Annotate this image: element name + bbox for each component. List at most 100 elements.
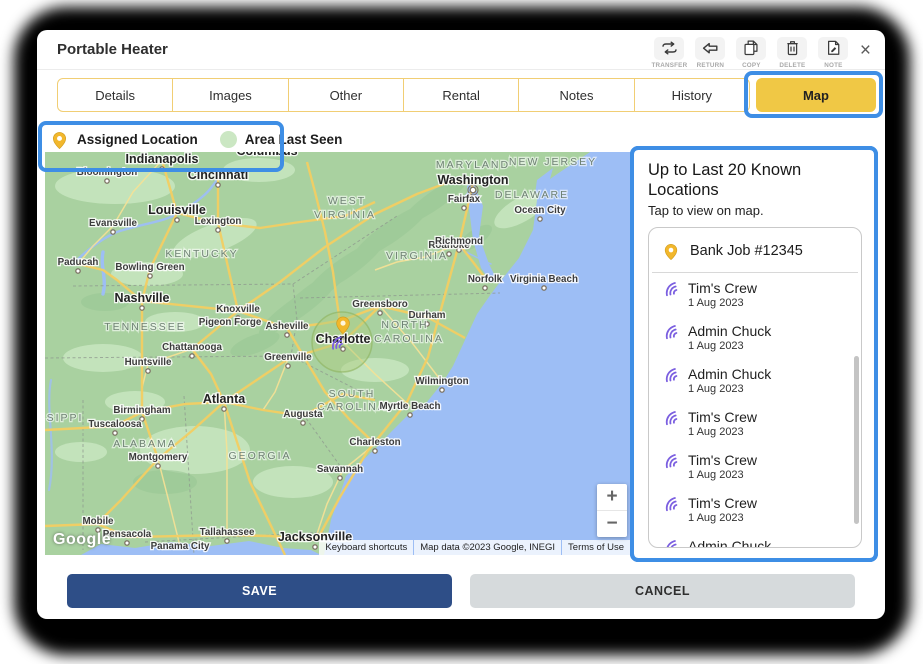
svg-text:Asheville: Asheville: [265, 321, 309, 332]
svg-text:Augusta: Augusta: [283, 409, 323, 420]
tab-images[interactable]: Images: [172, 78, 288, 112]
terms-of-use-link[interactable]: Terms of Use: [562, 540, 630, 555]
svg-text:Knoxville: Knoxville: [216, 304, 260, 315]
copy-button[interactable]: COPY: [733, 37, 770, 69]
svg-text:Richmond: Richmond: [435, 236, 483, 247]
svg-text:Evansville: Evansville: [89, 218, 137, 229]
tab-bar: DetailsImagesOtherRentalNotesHistoryMap: [57, 78, 876, 112]
save-button[interactable]: SAVE: [67, 574, 452, 608]
svg-text:Paducah: Paducah: [58, 257, 99, 268]
location-item[interactable]: Tim's Crew1 Aug 2023: [649, 402, 861, 445]
svg-text:Greenville: Greenville: [264, 352, 312, 363]
location-item[interactable]: Tim's Crew1 Aug 2023: [649, 273, 861, 316]
delete-button[interactable]: DELETE: [774, 37, 811, 69]
map-zoom-control: + −: [597, 484, 627, 537]
tab-map[interactable]: Map: [756, 78, 876, 112]
signal-waves-icon: [664, 368, 679, 383]
svg-text:Mobile: Mobile: [82, 516, 114, 527]
list-scrollbar[interactable]: [854, 356, 859, 524]
keyboard-shortcuts-link[interactable]: Keyboard shortcuts: [319, 540, 413, 555]
svg-text:Tallahassee: Tallahassee: [200, 527, 255, 538]
svg-text:Montgomery: Montgomery: [129, 452, 188, 463]
dialog-title: Portable Heater: [57, 41, 168, 58]
svg-text:Louisville: Louisville: [148, 203, 206, 217]
map-legend: Assigned Location Area Last Seen: [50, 126, 342, 152]
svg-text:Bowling Green: Bowling Green: [115, 262, 184, 273]
svg-text:Durham: Durham: [408, 310, 445, 321]
svg-text:Norfolk: Norfolk: [468, 274, 503, 285]
signal-waves-icon: [664, 540, 679, 548]
svg-text:NEW JERSEY: NEW JERSEY: [509, 156, 597, 168]
location-item[interactable]: Admin Chuck1 Aug 2023: [649, 531, 861, 548]
area-last-seen-label: Area Last Seen: [245, 132, 343, 147]
svg-text:Birmingham: Birmingham: [113, 405, 170, 416]
svg-text:Pigeon Forge: Pigeon Forge: [199, 317, 262, 328]
location-item[interactable]: Admin Chuck1 Aug 2023: [649, 316, 861, 359]
page: Portable Heater TRANSFERRETURNCOPYDELETE…: [0, 0, 923, 664]
area-last-seen-icon: [220, 131, 237, 148]
svg-text:TENNESSEE: TENNESSEE: [104, 321, 186, 333]
toolbar-actions: TRANSFERRETURNCOPYDELETENOTE: [651, 37, 852, 69]
tab-history[interactable]: History: [634, 78, 750, 112]
svg-text:GEORGIA: GEORGIA: [228, 450, 291, 462]
note-button[interactable]: NOTE: [815, 37, 852, 69]
svg-text:VIRGINIA: VIRGINIA: [386, 250, 448, 262]
svg-text:CAROLINA: CAROLINA: [317, 401, 387, 413]
location-item[interactable]: Admin Chuck1 Aug 2023: [649, 359, 861, 402]
svg-text:Washington: Washington: [437, 173, 508, 187]
svg-text:Chattanooga: Chattanooga: [162, 342, 222, 353]
location-list-items: Tim's Crew1 Aug 2023Admin Chuck1 Aug 202…: [649, 273, 861, 548]
svg-text:Charleston: Charleston: [349, 437, 400, 448]
svg-text:SIPPI: SIPPI: [47, 412, 84, 424]
delete-icon: [777, 37, 807, 60]
zoom-out-button[interactable]: −: [597, 511, 627, 537]
svg-text:Indianapolis: Indianapolis: [126, 152, 199, 166]
map-svg: MARYLANDNEW JERSEYDELAWAREWESTVIRGINIAVI…: [45, 152, 630, 555]
transfer-button[interactable]: TRANSFER: [651, 37, 688, 69]
close-icon[interactable]: ×: [860, 41, 871, 60]
cancel-button[interactable]: CANCEL: [470, 574, 855, 608]
signal-waves-icon: [664, 325, 679, 340]
svg-text:Tuscaloosa: Tuscaloosa: [88, 419, 142, 430]
tab-details[interactable]: Details: [57, 78, 173, 112]
svg-text:VIRGINIA: VIRGINIA: [314, 209, 376, 221]
dialog-header: Portable Heater TRANSFERRETURNCOPYDELETE…: [37, 30, 885, 70]
return-icon: [695, 37, 725, 60]
signal-waves-icon: [664, 454, 679, 469]
svg-text:Bloomington: Bloomington: [77, 167, 137, 178]
svg-text:Greensboro: Greensboro: [352, 299, 408, 310]
tab-other[interactable]: Other: [288, 78, 404, 112]
signal-waves-icon: [664, 497, 679, 512]
svg-text:CAROLINA: CAROLINA: [374, 333, 444, 345]
zoom-in-button[interactable]: +: [597, 484, 627, 511]
tab-rental[interactable]: Rental: [403, 78, 519, 112]
location-item[interactable]: Tim's Crew1 Aug 2023: [649, 445, 861, 488]
svg-text:Columbus: Columbus: [236, 152, 297, 158]
signal-waves-icon: [664, 411, 679, 426]
assigned-location-pin-icon: [50, 131, 69, 150]
location-item[interactable]: Tim's Crew1 Aug 2023: [649, 488, 861, 531]
map-canvas[interactable]: MARYLANDNEW JERSEYDELAWAREWESTVIRGINIAVI…: [45, 152, 630, 555]
svg-text:Wilmington: Wilmington: [415, 376, 468, 387]
transfer-icon: [654, 37, 684, 60]
svg-text:DELAWARE: DELAWARE: [495, 189, 569, 201]
return-button[interactable]: RETURN: [692, 37, 729, 69]
svg-text:Atlanta: Atlanta: [203, 392, 246, 406]
svg-text:ALABAMA: ALABAMA: [113, 438, 177, 450]
note-icon: [818, 37, 848, 60]
svg-text:KENTUCKY: KENTUCKY: [165, 248, 238, 260]
known-locations-panel: Up to Last 20 Known Locations Tap to vie…: [630, 146, 878, 562]
tab-notes[interactable]: Notes: [518, 78, 634, 112]
panel-title: Up to Last 20 Known Locations: [648, 160, 843, 200]
svg-text:Cincinnati: Cincinnati: [188, 168, 248, 182]
svg-text:WEST: WEST: [328, 195, 366, 207]
svg-text:Ocean City: Ocean City: [514, 205, 566, 216]
signal-waves-icon: [664, 282, 679, 297]
panel-subtitle: Tap to view on map.: [648, 203, 862, 218]
svg-text:Nashville: Nashville: [115, 291, 170, 305]
pinned-location-item[interactable]: Bank Job #12345: [649, 228, 861, 272]
portable-heater-dialog: Portable Heater TRANSFERRETURNCOPYDELETE…: [37, 30, 885, 619]
map-attribution: Keyboard shortcuts Map data ©2023 Google…: [318, 540, 630, 555]
svg-text:Huntsville: Huntsville: [125, 357, 172, 368]
svg-text:Fairfax: Fairfax: [448, 194, 481, 205]
